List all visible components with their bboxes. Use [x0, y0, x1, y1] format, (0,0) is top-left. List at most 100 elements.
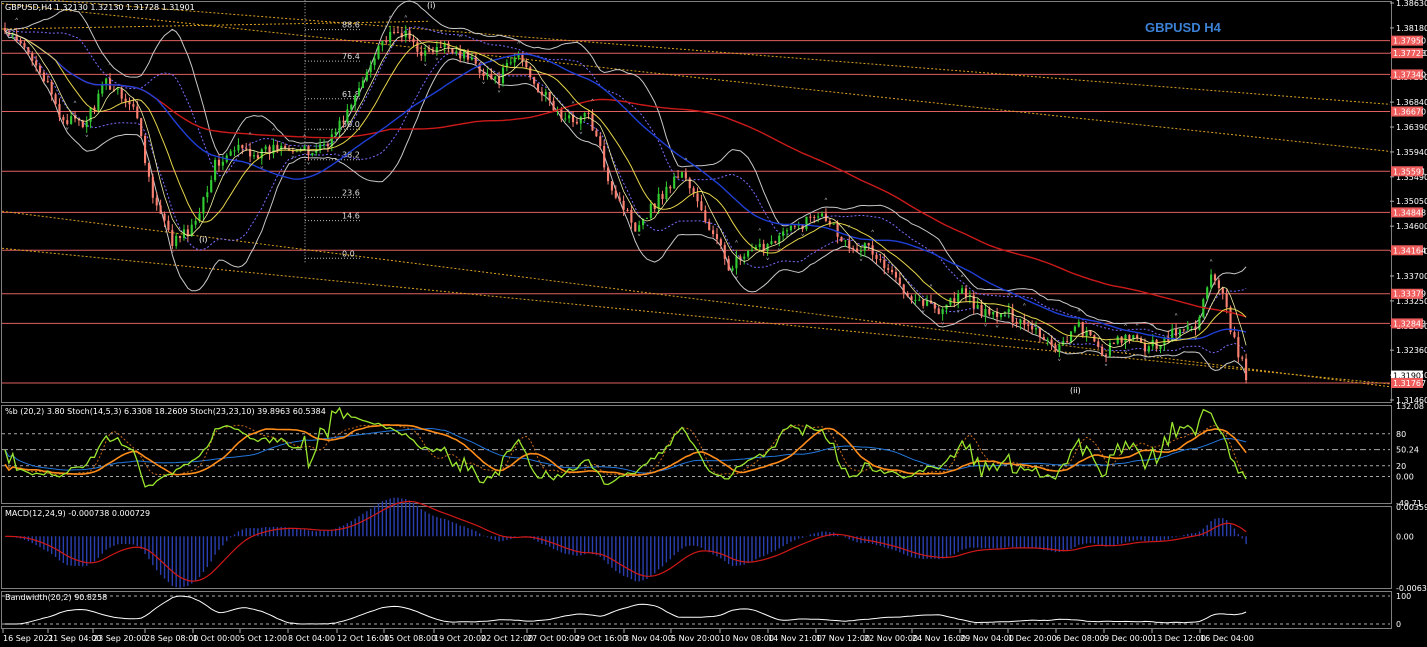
bandwidth-panel: 100 0: [2, 592, 1411, 629]
candle-body: [579, 116, 582, 124]
fractal-up: ˄: [1123, 324, 1128, 334]
fractal-down: ˅: [777, 248, 782, 258]
candle-body: [618, 197, 621, 201]
bollinger-bands: [4, 0, 1247, 376]
candle-body: [591, 113, 594, 131]
candle-body: [914, 299, 917, 301]
candle-body: [832, 223, 835, 225]
time-tick-label: 15 Oct 08:00: [384, 634, 436, 643]
candle-body: [1034, 328, 1038, 330]
stoch-blue-line: [4, 427, 1247, 474]
candle-body: [564, 118, 567, 120]
candle-body: [840, 236, 843, 242]
candle-body: [898, 277, 901, 285]
fractal-down: ˅: [1143, 358, 1148, 368]
candle-body: [805, 216, 808, 230]
candle-body: [855, 248, 859, 252]
candle-body: [715, 234, 719, 240]
candle-body: [1011, 309, 1014, 322]
candle-body: [140, 118, 143, 136]
candle-body: [70, 116, 73, 124]
chart-canvas[interactable]: 88.676.461.850.038.223.614.60.0 ˄˅˄˅˄˅˄ ˄…: [0, 0, 1427, 647]
candle-body: [1101, 346, 1104, 355]
candle-body: [552, 100, 555, 111]
candle-body: [696, 193, 699, 202]
time-tick-label: 10 Nov 08:00: [720, 634, 774, 643]
candle-body: [498, 76, 501, 84]
price-tick-label: 1.36840: [1396, 98, 1427, 107]
fractal-up: ˄: [1174, 314, 1179, 324]
candle-body: [890, 269, 894, 273]
fractal-down: ˅: [995, 325, 1000, 335]
price-tag-label: 1.37340: [1393, 70, 1426, 79]
stoch-tick-label: 80: [1396, 430, 1406, 439]
candle-body: [1054, 345, 1057, 352]
candle-body: [992, 311, 995, 315]
candle-body: [731, 268, 734, 271]
fractal-up: ˄: [271, 128, 276, 138]
main-header: GBPUSD,H4 1.32130 1.32130 1.31728 1.3190…: [5, 3, 195, 12]
candle-body: [739, 256, 742, 259]
fractal-up: ˄: [1022, 304, 1027, 314]
candle-body: [669, 186, 672, 189]
envelope-lower: [4, 30, 1247, 354]
stoch-panel-frame: [1, 405, 1392, 504]
candle-body: [750, 249, 754, 251]
candle-body: [634, 222, 637, 232]
candle-body: [894, 272, 898, 278]
candle-body: [1206, 287, 1209, 300]
candle-body: [1116, 336, 1119, 344]
fractal-down: ˅: [481, 82, 486, 92]
time-axis[interactable]: 16 Sep 202121 Sep 04:0023 Sep 20:0028 Se…: [2, 629, 1254, 643]
candle-body: [747, 250, 750, 257]
candle-body: [151, 176, 154, 198]
candle-body: [684, 172, 687, 179]
candle-body: [1217, 280, 1220, 288]
candle-body: [1050, 339, 1053, 346]
candle-body: [1245, 358, 1248, 381]
fractal-up: ˄: [108, 63, 113, 73]
candle-body: [19, 40, 22, 44]
candle-body: [509, 62, 512, 64]
candle-body: [785, 230, 789, 232]
candle-body: [809, 216, 812, 218]
fractal-down: ˅: [306, 163, 311, 173]
candle-body: [1031, 325, 1034, 330]
candle-body: [1241, 357, 1244, 359]
candle-body: [680, 172, 684, 178]
price-tick-label: 1.35940: [1396, 148, 1427, 157]
candle-body: [984, 308, 987, 316]
fractal-up: ˄: [73, 101, 78, 111]
fractal-down: ˅: [435, 58, 440, 68]
stoch-tick-label: 20: [1396, 462, 1406, 471]
price-tick-label: 1.34600: [1396, 222, 1427, 231]
candle-body: [953, 298, 956, 303]
fractal-up: ˄: [458, 35, 463, 45]
candles[interactable]: [3, 22, 1248, 384]
candle-body: [743, 256, 746, 259]
candle-body: [727, 258, 730, 271]
candle-body: [677, 176, 680, 178]
fractal-down: ˅: [956, 310, 961, 320]
price-axis[interactable]: 1.386301.381801.377301.372901.368401.363…: [1390, 0, 1427, 405]
candle-body: [536, 83, 540, 92]
time-tick-label: 24 Nov 16:00: [912, 634, 966, 643]
candle-body: [334, 131, 337, 135]
wave-label-ii: (ii): [1070, 386, 1081, 395]
candle-body: [105, 78, 108, 84]
price-tag-label: 1.33379: [1393, 290, 1426, 299]
candle-body: [606, 167, 610, 182]
candle-body: [1062, 341, 1065, 345]
candle-body: [1093, 335, 1096, 342]
fractal-down: ˅: [84, 135, 89, 145]
candle-body: [937, 308, 940, 315]
fractal-up: ˄: [758, 229, 763, 239]
candle-body: [1147, 346, 1150, 352]
macd-header: MACD(12,24,9) -0.000738 0.000729: [5, 509, 150, 518]
candle-body: [214, 159, 217, 181]
candle-body: [155, 197, 158, 206]
time-tick-label: 9 Dec 00:00: [1104, 634, 1153, 643]
candle-body: [233, 150, 236, 152]
fractal-down: ˅: [65, 128, 70, 138]
candle-body: [852, 248, 855, 250]
